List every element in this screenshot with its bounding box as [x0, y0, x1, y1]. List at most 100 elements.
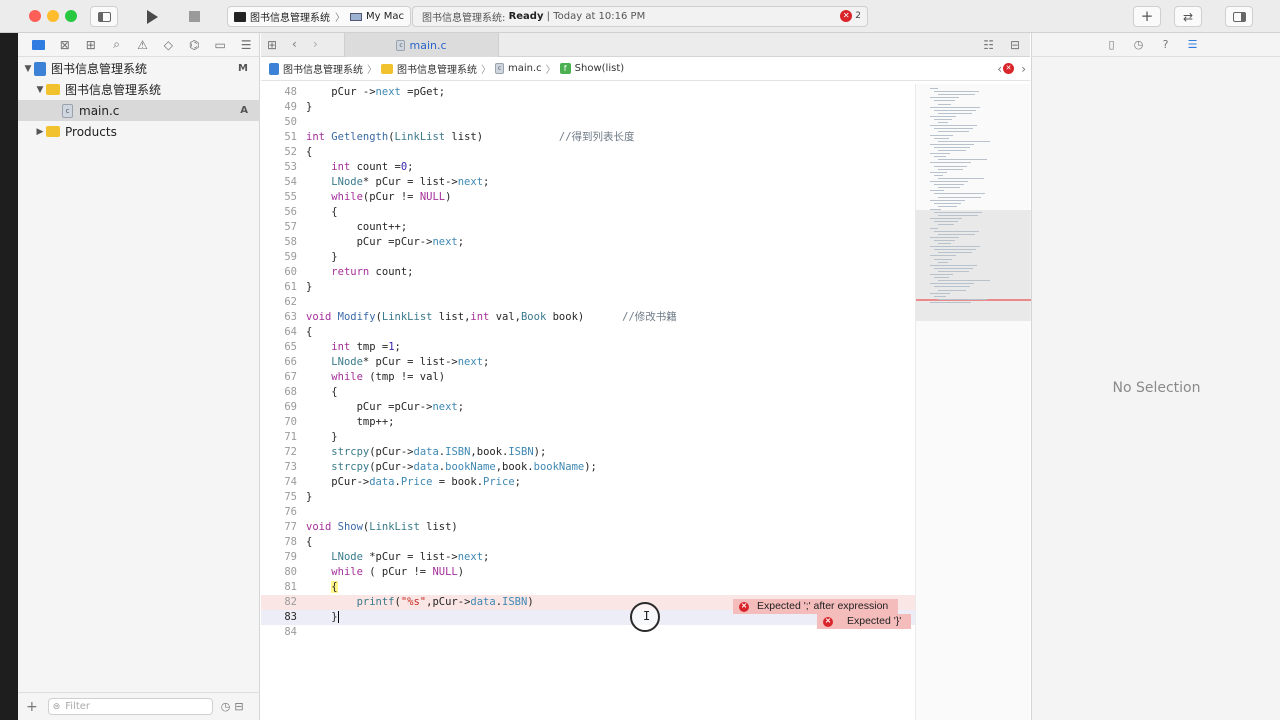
toggle-navigator-button[interactable] — [90, 6, 118, 27]
code-line[interactable]: 61} — [261, 280, 915, 295]
line-number[interactable]: 56 — [261, 205, 297, 220]
error-message-line-83[interactable]: ✕ Expected '}' — [817, 614, 912, 629]
split-editor-icon[interactable]: ⊟ — [1010, 38, 1020, 52]
line-number[interactable]: 83 — [261, 610, 297, 625]
issue-count-badge[interactable]: ✕ 2 — [840, 10, 861, 22]
jumpbar-function[interactable]: Show(list) — [575, 63, 624, 74]
line-number[interactable]: 58 — [261, 235, 297, 250]
jumpbar-file[interactable]: main.c — [508, 63, 542, 74]
code-line[interactable]: 65 int tmp =1; — [261, 340, 915, 355]
line-number[interactable]: 80 — [261, 565, 297, 580]
line-number[interactable]: 82 — [261, 595, 297, 610]
code-line[interactable]: 81 { — [261, 580, 915, 595]
editor-options-icon[interactable]: ☷ — [983, 38, 994, 52]
disclosure-open-icon[interactable]: ▼ — [34, 85, 46, 95]
code-line[interactable]: 77 void Show(LinkList list) — [261, 520, 915, 535]
close-window-button[interactable] — [29, 10, 41, 22]
code-line[interactable]: 56 { — [261, 205, 915, 220]
previous-issue-icon[interactable]: ‹ — [997, 62, 1002, 76]
line-number[interactable]: 51 — [261, 130, 297, 145]
code-line[interactable]: 55 while(pCur != NULL) — [261, 190, 915, 205]
line-number[interactable]: 59 — [261, 250, 297, 265]
code-line[interactable]: 75} — [261, 490, 915, 505]
tree-item-products[interactable]: ▶ Products — [18, 121, 260, 142]
scm-filter-icon[interactable]: ⊟ — [234, 700, 243, 713]
stop-button[interactable] — [180, 6, 208, 27]
jumpbar-project[interactable]: 图书信息管理系统 — [283, 61, 363, 76]
test-navigator-icon[interactable]: ◇ — [155, 36, 181, 54]
line-number[interactable]: 75 — [261, 490, 297, 505]
error-message-line-82[interactable]: ✕ Expected ';' after expression — [733, 599, 899, 614]
line-number[interactable]: 57 — [261, 220, 297, 235]
line-number[interactable]: 66 — [261, 355, 297, 370]
code-line[interactable]: 51 int Getlength(LinkList list) //得到列表长度 — [261, 130, 915, 145]
tree-item-group[interactable]: ▼ 图书信息管理系统 — [18, 79, 260, 100]
code-line[interactable]: 67 while (tmp != val) — [261, 370, 915, 385]
line-number[interactable]: 49 — [261, 100, 297, 115]
minimap[interactable] — [915, 84, 1031, 720]
code-line[interactable]: 71 } — [261, 430, 915, 445]
code-line[interactable]: 69 pCur =pCur->next; — [261, 400, 915, 415]
line-number[interactable]: 74 — [261, 475, 297, 490]
code-review-button[interactable]: ⇄ — [1174, 6, 1202, 27]
minimize-window-button[interactable] — [47, 10, 59, 22]
line-number[interactable]: 79 — [261, 550, 297, 565]
code-line[interactable]: 68 { — [261, 385, 915, 400]
line-number[interactable]: 63 — [261, 310, 297, 325]
next-issue-icon[interactable]: › — [1021, 62, 1026, 76]
issue-navigator-icon[interactable]: ⚠ — [130, 36, 156, 54]
attributes-inspector-icon[interactable]: ☰ — [1179, 38, 1206, 51]
code-line[interactable]: 80 while ( pCur != NULL) — [261, 565, 915, 580]
disclosure-closed-icon[interactable]: ▶ — [34, 127, 46, 137]
disclosure-open-icon[interactable]: ▼ — [22, 64, 34, 74]
code-line[interactable]: 48 pCur ->next =pGet; — [261, 85, 915, 100]
project-navigator-icon[interactable] — [26, 36, 52, 54]
jumpbar-group[interactable]: 图书信息管理系统 — [397, 61, 477, 76]
code-line[interactable]: 52 { — [261, 145, 915, 160]
code-line[interactable]: 76 — [261, 505, 915, 520]
line-number[interactable]: 77 — [261, 520, 297, 535]
line-number[interactable]: 50 — [261, 115, 297, 130]
line-number[interactable]: 76 — [261, 505, 297, 520]
history-inspector-icon[interactable]: ◷ — [1125, 38, 1152, 51]
code-line[interactable]: 49} — [261, 100, 915, 115]
line-number[interactable]: 53 — [261, 160, 297, 175]
line-number[interactable]: 73 — [261, 460, 297, 475]
toggle-inspector-button[interactable] — [1225, 6, 1253, 27]
code-line[interactable]: 64 { — [261, 325, 915, 340]
line-number[interactable]: 60 — [261, 265, 297, 280]
breakpoint-navigator-icon[interactable]: ▭ — [207, 36, 233, 54]
recent-files-icon[interactable]: ◷ — [221, 700, 231, 713]
code-line[interactable]: 53 int count =0; — [261, 160, 915, 175]
line-number[interactable]: 84 — [261, 625, 297, 640]
code-line[interactable]: 74 pCur->data.Price = book.Price; — [261, 475, 915, 490]
line-number[interactable]: 71 — [261, 430, 297, 445]
line-number[interactable]: 54 — [261, 175, 297, 190]
navigator-filter-input[interactable]: ⊜ Filter — [47, 698, 213, 715]
line-number[interactable]: 81 — [261, 580, 297, 595]
back-icon[interactable]: ‹ — [292, 37, 297, 51]
library-add-button[interactable]: + — [1133, 6, 1161, 27]
code-line[interactable]: 66 LNode* pCur = list->next; — [261, 355, 915, 370]
code-line[interactable]: 58 pCur =pCur->next; — [261, 235, 915, 250]
file-inspector-icon[interactable]: ▯ — [1098, 38, 1125, 51]
report-navigator-icon[interactable]: ☰ — [233, 36, 259, 54]
code-line[interactable]: 59 } — [261, 250, 915, 265]
scheme-selector[interactable]: 图书信息管理系统 〉 My Mac — [227, 6, 411, 27]
line-number[interactable]: 52 — [261, 145, 297, 160]
code-line[interactable]: 70 tmp++; — [261, 415, 915, 430]
code-line[interactable]: 63 void Modify(LinkList list,int val,Book… — [261, 310, 915, 325]
tree-item-main-c[interactable]: c main.c A — [18, 100, 260, 121]
line-number[interactable]: 61 — [261, 280, 297, 295]
quick-help-icon[interactable]: ? — [1152, 38, 1179, 51]
forward-icon[interactable]: › — [313, 37, 318, 51]
line-number[interactable]: 72 — [261, 445, 297, 460]
line-number[interactable]: 68 — [261, 385, 297, 400]
debug-navigator-icon[interactable]: ⌬ — [181, 36, 207, 54]
line-number[interactable]: 67 — [261, 370, 297, 385]
add-file-icon[interactable]: + — [26, 699, 38, 715]
run-button[interactable] — [138, 6, 166, 27]
scheme-device-label[interactable]: My Mac — [366, 11, 404, 22]
code-line[interactable]: 57 count++; — [261, 220, 915, 235]
related-items-icon[interactable]: ⊞ — [267, 38, 277, 52]
